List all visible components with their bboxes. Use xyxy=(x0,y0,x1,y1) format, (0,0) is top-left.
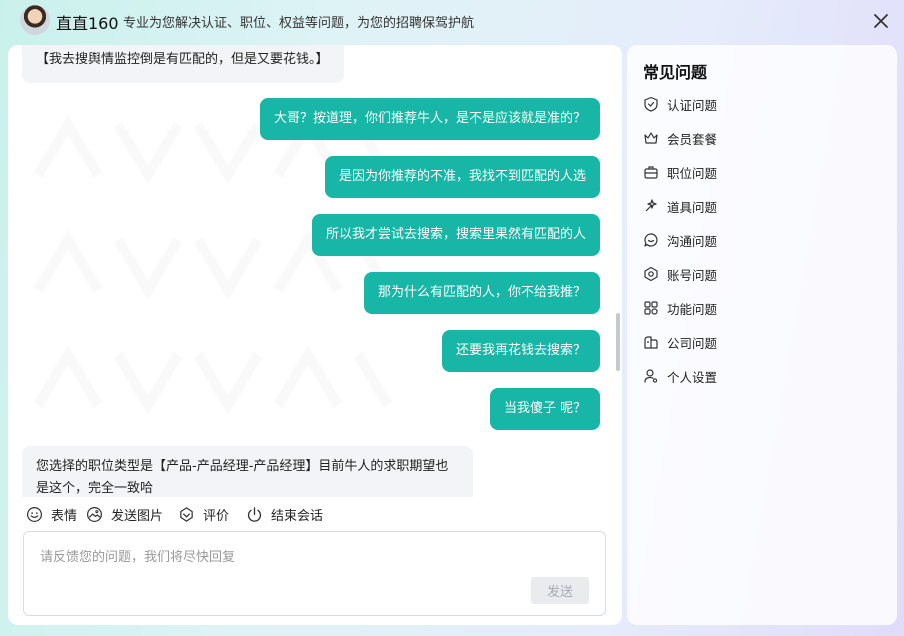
image-icon xyxy=(86,506,103,522)
avatar xyxy=(20,5,50,35)
building-icon xyxy=(644,336,658,349)
message-outgoing: 还要我再花钱去搜索？ xyxy=(442,330,600,372)
end-session-button[interactable]: 结束会话 xyxy=(246,503,323,525)
magic-wand-icon xyxy=(645,199,657,212)
message-input[interactable] xyxy=(24,532,605,582)
faq-item-label: 沟通问题 xyxy=(667,233,718,249)
message-outgoing: 所以我才尝试去搜索，搜索里果然有匹配的人 xyxy=(312,214,600,256)
faq-item-job[interactable]: 职位问题 xyxy=(643,161,717,183)
send-image-label: 发送图片 xyxy=(111,508,164,524)
faq-item-label: 账号问题 xyxy=(667,267,718,283)
faq-item-label: 个人设置 xyxy=(667,369,718,385)
faq-title: 常见问题 xyxy=(643,63,708,82)
message-outgoing: 大哥？按道理，你们推荐牛人，是不是应该就是准的？ xyxy=(260,98,600,140)
faq-item-features[interactable]: 功能问题 xyxy=(643,297,717,319)
message-list[interactable]: 【我去搜舆情监控倒是有匹配的，但是又要花钱。】 大哥？按道理，你们推荐牛人，是不… xyxy=(8,45,622,497)
rate-button[interactable]: 评价 xyxy=(178,503,229,525)
faq-item-props[interactable]: 道具问题 xyxy=(643,195,717,217)
chat-panel: 【我去搜舆情监控倒是有匹配的，但是又要花钱。】 大哥？按道理，你们推荐牛人，是不… xyxy=(8,45,622,625)
shield-check-icon xyxy=(644,96,658,112)
emoji-button[interactable]: 表情 xyxy=(26,503,77,525)
message-outgoing: 那为什么有匹配的人，你不给我推？ xyxy=(364,272,600,314)
header: 直直160 专业为您解决认证、职位、权益等问题，为您的招聘保驾护航 xyxy=(0,0,904,42)
power-icon xyxy=(247,506,262,522)
send-button[interactable]: 发送 xyxy=(531,577,589,604)
faq-item-account[interactable]: 账号问题 xyxy=(643,263,717,285)
rate-icon xyxy=(180,506,193,522)
message-input-box: 发送 xyxy=(23,531,606,616)
close-icon xyxy=(874,14,888,28)
faq-item-label: 认证问题 xyxy=(667,97,718,113)
message-incoming: 您选择的职位类型是【产品-产品经理-产品经理】目前牛人的求职期望也是这个，完全一… xyxy=(22,446,473,497)
message-outgoing: 当我傻子 呢？ xyxy=(490,388,600,430)
faq-item-communication[interactable]: 沟通问题 xyxy=(643,229,717,251)
chat-bubble-icon xyxy=(644,233,658,247)
end-session-label: 结束会话 xyxy=(271,508,324,524)
send-image-button[interactable]: 发送图片 xyxy=(86,503,163,525)
user-settings-icon xyxy=(644,369,658,383)
faq-item-label: 功能问题 xyxy=(667,301,718,317)
smile-icon xyxy=(26,506,43,522)
brand-title: 直直160 xyxy=(56,14,119,33)
faq-item-certification[interactable]: 认证问题 xyxy=(643,93,717,115)
grid-apps-icon xyxy=(644,301,658,315)
faq-item-membership[interactable]: 会员套餐 xyxy=(643,127,717,149)
faq-panel: 常见问题 认证问题 会员套餐 职位问题 道具问题 沟通问题 账号问题 功能问题 … xyxy=(627,45,897,625)
faq-item-label: 职位问题 xyxy=(667,165,718,181)
account-hexagon-icon xyxy=(644,266,658,282)
rate-label: 评价 xyxy=(203,508,230,524)
emoji-label: 表情 xyxy=(51,508,78,524)
message-incoming: 【我去搜舆情监控倒是有匹配的，但是又要花钱。】 xyxy=(22,45,344,83)
brand-slogan: 专业为您解决认证、职位、权益等问题，为您的招聘保驾护航 xyxy=(123,16,475,31)
briefcase-icon xyxy=(644,166,658,179)
faq-item-label: 会员套餐 xyxy=(667,131,718,147)
close-button[interactable] xyxy=(872,12,890,30)
faq-item-label: 公司问题 xyxy=(667,335,718,351)
faq-item-personal-settings[interactable]: 个人设置 xyxy=(643,365,717,387)
faq-item-label: 道具问题 xyxy=(667,199,718,215)
message-outgoing: 是因为你推荐的不准，我找不到匹配的人选 xyxy=(325,156,600,198)
crown-icon xyxy=(644,132,658,144)
faq-item-company[interactable]: 公司问题 xyxy=(643,331,717,353)
scrollbar-thumb[interactable] xyxy=(616,313,620,371)
